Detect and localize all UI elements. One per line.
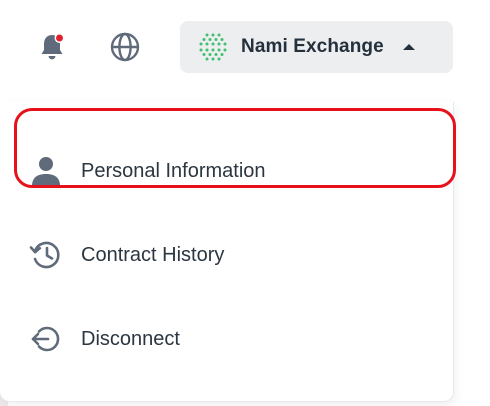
account-avatar-icon (199, 33, 227, 61)
globe-icon (110, 32, 140, 62)
notification-badge (54, 33, 65, 43)
menu-item-disconnect[interactable]: Disconnect (28, 319, 428, 359)
bell-icon (41, 33, 65, 60)
chevron-up-icon (402, 44, 415, 50)
logout-icon (31, 326, 60, 352)
notifications-button[interactable] (35, 30, 69, 64)
account-menu-button[interactable]: Nami Exchange (180, 21, 453, 73)
account-name: Nami Exchange (241, 36, 384, 57)
logout-icon-wrap (28, 321, 64, 357)
menu-item-personal-information[interactable]: Personal Information (28, 151, 428, 191)
history-icon-wrap (28, 237, 64, 273)
menu-item-contract-history[interactable]: Contract History (28, 235, 428, 275)
user-icon-wrap (28, 153, 64, 189)
user-icon (32, 157, 60, 186)
app-stage: Nami Exchange Personal Information Contr… (0, 0, 490, 406)
history-icon (29, 241, 60, 269)
account-dropdown-menu: Personal Information Contract History Di… (0, 102, 454, 402)
language-button[interactable] (108, 30, 142, 64)
menu-item-label: Disconnect (81, 327, 180, 350)
menu-item-label: Contract History (81, 243, 225, 266)
menu-item-label: Personal Information (81, 159, 266, 182)
